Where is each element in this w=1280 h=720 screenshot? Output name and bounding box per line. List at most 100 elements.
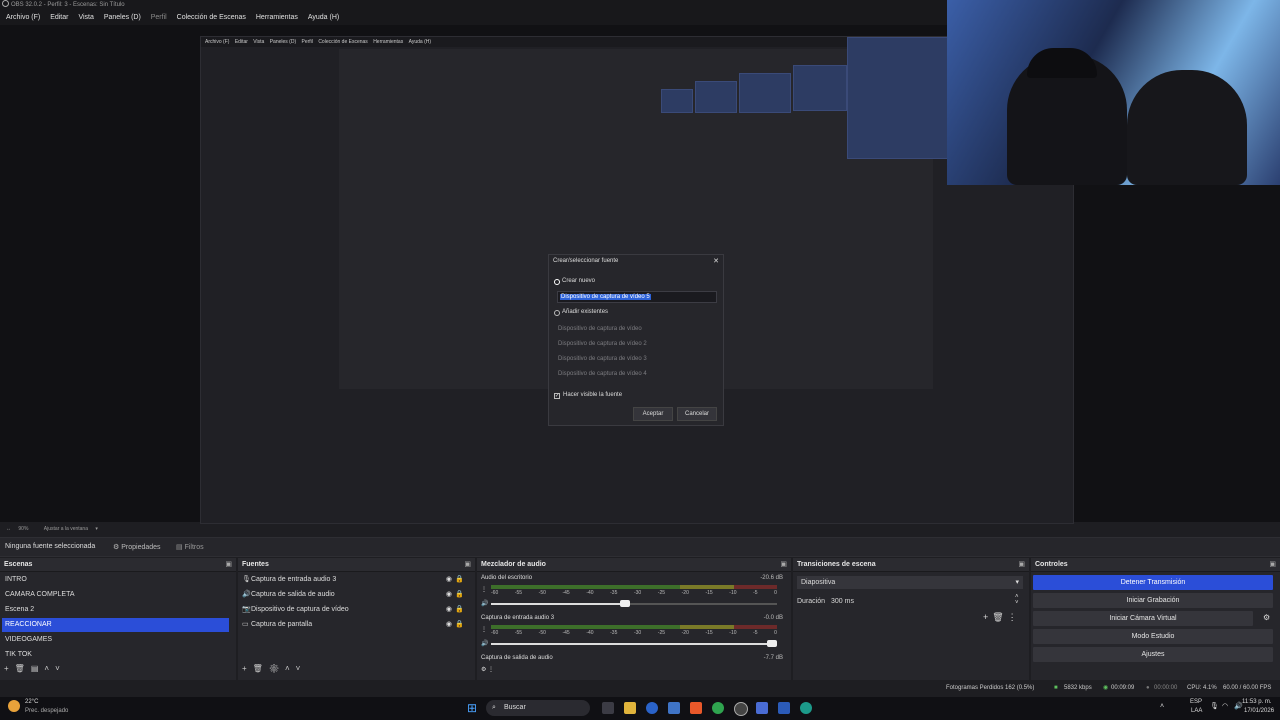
properties-button[interactable]: ⚙ Propiedades [113, 543, 161, 551]
lock-icon[interactable]: 🔒 [455, 618, 464, 632]
start-virtual-camera-button[interactable]: Iniciar Cámara Virtual [1033, 611, 1253, 626]
mixer-header: Mezclador de audio ▣ [477, 558, 791, 572]
wifi-icon[interactable]: ◠ [1222, 702, 1228, 710]
source-item[interactable]: 📷Dispositivo de captura de vídeo ◉ 🔒 [242, 603, 466, 617]
volume-slider[interactable] [491, 600, 777, 607]
existing-source-item[interactable]: Dispositivo de captura de vídeo 3 [558, 356, 647, 362]
slider-knob[interactable] [620, 600, 631, 607]
dock-float-icon[interactable]: ▣ [780, 558, 787, 571]
language-layout[interactable]: LAA [1191, 708, 1202, 714]
chevron-up-icon[interactable]: ˄ [1160, 703, 1164, 710]
speaker-icon: 🔊 [242, 591, 251, 598]
start-recording-button[interactable]: Iniciar Grabación [1033, 593, 1273, 608]
source-item[interactable]: ▭ Captura de pantalla ◉ 🔒 [242, 618, 466, 632]
eye-icon[interactable]: ◉ [446, 588, 452, 602]
menu-herramientas[interactable]: Herramientas [254, 14, 300, 21]
dock-float-icon[interactable]: ▣ [1018, 558, 1025, 571]
channel-name: Captura de entrada audio 3 [481, 615, 555, 621]
language-label[interactable]: ESP [1190, 699, 1202, 705]
existing-source-item[interactable]: Dispositivo de captura de vídeo 2 [558, 341, 647, 347]
menu-archivo[interactable]: Archivo (F) [4, 14, 42, 21]
arrow-down-icon[interactable]: ˅ [55, 664, 66, 673]
trash-icon[interactable]: 🗑 [253, 664, 269, 673]
expand-icon[interactable]: ↔ [6, 526, 11, 532]
eye-icon[interactable]: ◉ [446, 618, 452, 632]
close-icon[interactable]: ✕ [713, 257, 719, 265]
scene-item[interactable]: TIK TOK [2, 648, 229, 662]
dock-float-icon[interactable]: ▣ [225, 558, 232, 571]
existing-source-item[interactable]: Dispositivo de captura de vídeo [558, 326, 642, 332]
source-name-input[interactable]: Dispositivo de captura de vídeo 5 [557, 291, 717, 303]
visible-checkbox[interactable]: ✓ [554, 393, 560, 399]
scene-item[interactable]: Escena 2 [2, 603, 229, 617]
edge-icon[interactable] [800, 702, 812, 714]
mic-icon[interactable]: 🎙 [1210, 702, 1219, 710]
scene-item[interactable]: VIDEOGAMES [2, 633, 229, 647]
source-item[interactable]: 🎙Captura de entrada audio 3 ◉ 🔒 [242, 573, 466, 587]
menu-ayuda[interactable]: Ayuda (H) [306, 14, 341, 21]
menu-vista[interactable]: Vista [76, 14, 95, 21]
dock-float-icon[interactable]: ▣ [1269, 558, 1276, 571]
word-icon[interactable] [778, 702, 790, 714]
filters-button[interactable]: ▤ Filtros [176, 543, 204, 551]
app-icon[interactable] [756, 702, 768, 714]
add-existing-radio[interactable] [554, 310, 560, 316]
menu-perfil[interactable]: Perfil [149, 14, 169, 21]
lock-icon[interactable]: 🔒 [455, 588, 464, 602]
volume-slider[interactable] [491, 640, 777, 647]
add-icon[interactable]: + [4, 664, 15, 673]
windows-start-icon[interactable]: ⊞ [467, 701, 477, 715]
weather-icon[interactable] [8, 700, 20, 712]
source-label: Captura de entrada audio 3 [251, 576, 337, 583]
menu-editar[interactable]: Editar [48, 14, 70, 21]
source-item[interactable]: 🔊Captura de salida de audio ◉ 🔒 [242, 588, 466, 602]
channel-menu-icon[interactable]: ⋮ [481, 626, 487, 633]
dock-float-icon[interactable]: ▣ [464, 558, 471, 571]
app-icon[interactable] [646, 702, 658, 714]
menu-paneles[interactable]: Paneles (D) [102, 14, 143, 21]
settings-button[interactable]: Ajustes [1033, 647, 1273, 662]
cancel-button[interactable]: Cancelar [677, 407, 717, 421]
arrow-up-icon[interactable]: ˄ [285, 664, 296, 673]
arrow-down-icon[interactable]: ˅ [296, 664, 307, 673]
add-icon[interactable]: + [242, 664, 253, 673]
arrow-up-icon[interactable]: ˄ [44, 664, 55, 673]
scene-item[interactable]: CAMARA COMPLETA [2, 588, 229, 602]
chevron-down-icon[interactable]: ▾ [95, 526, 98, 532]
existing-source-item[interactable]: Dispositivo de captura de vídeo 4 [558, 371, 647, 377]
mixer-footer-icons[interactable]: ⚙ ⋮ [481, 666, 494, 673]
filter-icon[interactable]: ▤ [31, 664, 45, 673]
lock-icon[interactable]: 🔒 [455, 603, 464, 617]
stop-stream-button[interactable]: Detener Transmisión [1033, 575, 1273, 590]
steam-icon[interactable] [668, 702, 680, 714]
zoom-mode[interactable]: Ajustar a la ventana [44, 526, 88, 532]
gear-icon[interactable]: ⚙ [1263, 613, 1270, 622]
duration-input[interactable]: 300 ms [831, 598, 854, 605]
scene-item[interactable]: INTRO [2, 573, 229, 587]
task-view-icon[interactable] [602, 702, 614, 714]
menu-coleccion-escenas[interactable]: Colección de Escenas [175, 14, 248, 21]
lock-icon[interactable]: 🔒 [455, 573, 464, 587]
obs-taskbar-icon[interactable] [734, 702, 748, 716]
clock-date[interactable]: 17/01/2026 [1244, 708, 1274, 714]
transition-buttons[interactable]: +🗑⋮ [983, 612, 1021, 623]
file-explorer-icon[interactable] [624, 702, 636, 714]
eye-icon[interactable]: ◉ [446, 573, 452, 587]
scene-item-selected[interactable]: REACCIONAR [2, 618, 229, 632]
channel-menu-icon[interactable]: ⋮ [481, 586, 487, 593]
speaker-icon[interactable]: 🔊 [481, 640, 488, 647]
xbox-icon[interactable] [712, 702, 724, 714]
eye-icon[interactable]: ◉ [446, 603, 452, 617]
clock-time[interactable]: 11:53 p. m. [1242, 699, 1272, 705]
create-new-radio[interactable] [554, 279, 560, 285]
transition-select[interactable]: Diapositiva ▾ [797, 576, 1023, 589]
speaker-icon[interactable]: 🔊 [481, 600, 488, 607]
trash-icon[interactable]: 🗑 [15, 664, 31, 673]
slider-knob[interactable] [767, 640, 777, 647]
duration-stepper[interactable]: ˄ ˅ [1015, 594, 1019, 606]
gear-icon[interactable]: ⚙ [269, 664, 285, 673]
accept-button[interactable]: Aceptar [633, 407, 673, 421]
brave-icon[interactable] [690, 702, 702, 714]
studio-mode-button[interactable]: Modo Estudio [1033, 629, 1273, 644]
taskbar-search[interactable]: ⌕ Buscar [486, 700, 590, 716]
